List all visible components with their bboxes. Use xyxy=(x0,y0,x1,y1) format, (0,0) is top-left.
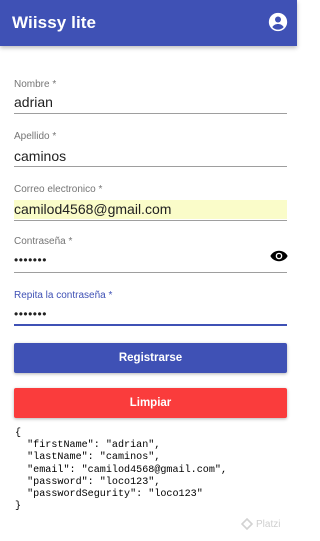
apellido-input[interactable]: caminos xyxy=(14,148,66,164)
app-title: Wiissy lite xyxy=(12,13,97,32)
repita-contrasena-underline xyxy=(14,324,287,326)
eye-icon[interactable] xyxy=(270,250,288,262)
repita-contrasena-input[interactable]: ••••••• xyxy=(14,307,47,321)
app-bar: Wiissy lite xyxy=(0,0,297,46)
apellido-label: Apellido * xyxy=(14,131,57,142)
correo-field[interactable]: Correo electronico * camilod4568@gmail.c… xyxy=(14,184,287,224)
contrasena-label: Contraseña * xyxy=(14,236,73,247)
platzi-logo-icon xyxy=(241,518,253,530)
json-line: "password": "loco123", xyxy=(15,476,161,488)
limpiar-button[interactable]: Limpiar xyxy=(14,388,287,418)
nombre-label: Nombre * xyxy=(14,79,57,90)
repita-contrasena-field[interactable]: Repita la contraseña * ••••••• xyxy=(14,290,287,330)
correo-underline xyxy=(14,220,287,221)
platzi-watermark: Platzi xyxy=(241,518,280,530)
json-close-brace: } xyxy=(15,501,22,513)
json-line: "firstName": "adrian", xyxy=(15,440,161,452)
apellido-field[interactable]: Apellido * caminos xyxy=(14,131,287,171)
platzi-watermark-text: Platzi xyxy=(256,518,281,530)
contrasena-field[interactable]: Contraseña * ••••••• xyxy=(14,236,288,276)
registrarse-button[interactable]: Registrarse xyxy=(14,343,287,373)
contrasena-underline xyxy=(14,272,287,273)
correo-input[interactable]: camilod4568@gmail.com xyxy=(14,201,171,217)
nombre-field[interactable]: Nombre * adrian xyxy=(14,79,287,119)
account-circle-icon[interactable] xyxy=(268,12,288,32)
json-line: "passwordSegurity": "loco123" xyxy=(15,489,203,501)
contrasena-input[interactable]: ••••••• xyxy=(14,253,47,267)
json-line: "lastName": "caminos", xyxy=(15,452,161,464)
nombre-underline xyxy=(14,113,287,114)
correo-label: Correo electronico * xyxy=(14,184,103,195)
repita-contrasena-label: Repita la contraseña * xyxy=(14,290,113,301)
apellido-underline xyxy=(14,166,287,167)
json-line: "email": "camilod4568@gmail.com", xyxy=(15,464,228,476)
nombre-input[interactable]: adrian xyxy=(14,94,53,110)
json-output: { "firstName": "adrian", "lastName": "ca… xyxy=(15,428,227,513)
json-open-brace: { xyxy=(15,428,22,439)
